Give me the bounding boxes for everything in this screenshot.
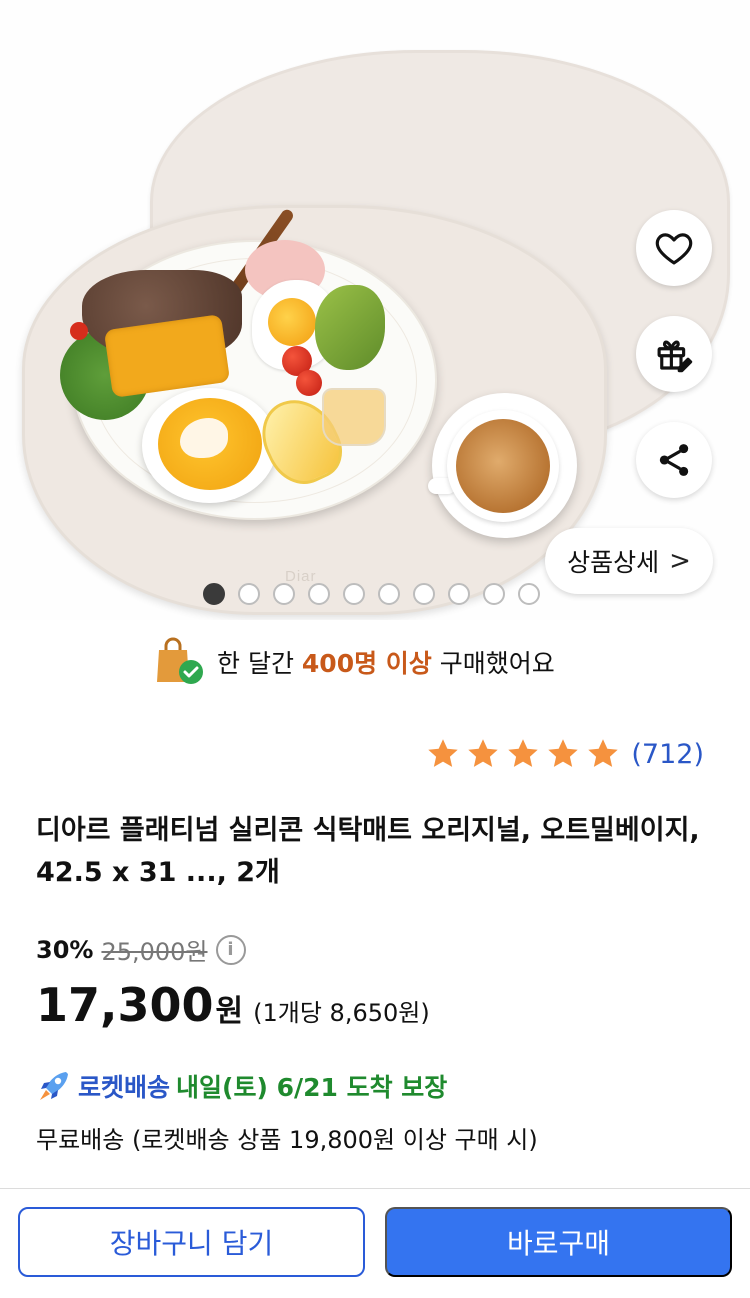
free-shipping-info: 무료배송 (로켓배송 상품 19,800원 이상 구매 시)	[36, 1126, 538, 1154]
avocado-image	[315, 285, 385, 370]
banner-highlight: 400명 이상	[301, 649, 432, 678]
carousel-dot[interactable]	[483, 583, 505, 605]
bottom-action-bar: 장바구니 담기 바로구매	[0, 1188, 750, 1298]
discount-row: 30% 25,000원 i	[36, 932, 246, 967]
sauce-cup-image	[322, 388, 386, 446]
star-icon	[508, 739, 539, 767]
product-image-carousel[interactable]: Diar 상품상세 >	[0, 0, 750, 620]
star-icon	[548, 739, 579, 767]
price-row: 17,300 원 (1개당 8,650원)	[36, 978, 430, 1032]
star-icon	[468, 739, 499, 767]
original-price: 25,000원	[101, 938, 208, 966]
shopping-bag-check-icon	[157, 637, 203, 684]
carousel-dot[interactable]	[308, 583, 330, 605]
buy-now-button[interactable]: 바로구매	[385, 1207, 732, 1277]
carousel-dot[interactable]	[203, 583, 225, 605]
sale-price: 17,300	[36, 978, 214, 1032]
rocket-icon	[40, 1072, 68, 1100]
carousel-dot[interactable]	[378, 583, 400, 605]
purchase-count-banner: 한 달간 400명 이상 구매했어요	[155, 635, 555, 689]
carousel-dot[interactable]	[413, 583, 435, 605]
carousel-dot[interactable]	[518, 583, 540, 605]
gift-button[interactable]	[636, 316, 712, 392]
carousel-dot[interactable]	[343, 583, 365, 605]
egg-yolk-image	[268, 298, 316, 346]
arrival-guarantee: 내일(토) 6/21 도착 보장	[176, 1073, 448, 1102]
carousel-indicator	[203, 583, 540, 605]
carousel-dot[interactable]	[238, 583, 260, 605]
cherry-tomato-image	[70, 322, 88, 340]
star-icon	[428, 739, 459, 767]
heart-icon	[655, 233, 693, 265]
share-button[interactable]	[636, 422, 712, 498]
star-icon	[588, 739, 619, 767]
rating[interactable]: (712)	[425, 736, 704, 772]
banner-prefix: 한 달간	[217, 649, 302, 678]
gift-icon	[657, 340, 693, 373]
share-icon	[659, 444, 689, 476]
wishlist-button[interactable]	[636, 210, 712, 286]
discount-rate: 30%	[36, 935, 94, 964]
product-detail-label: 상품상세	[567, 548, 660, 577]
rocket-delivery-row: 로켓배송 내일(토) 6/21 도착 보장	[36, 1068, 447, 1104]
add-to-cart-button[interactable]: 장바구니 담기	[18, 1207, 365, 1277]
product-title: 디아르 플래티넘 실리콘 식탁매트 오리지널, 오트밀베이지, 42.5 x 3…	[36, 815, 700, 888]
cherry-tomato-image	[296, 370, 322, 396]
product-detail-button[interactable]: 상품상세 >	[545, 528, 713, 594]
carousel-dot[interactable]	[448, 583, 470, 605]
carousel-dot[interactable]	[273, 583, 295, 605]
unit-price: (1개당 8,650원)	[253, 999, 430, 1027]
info-icon[interactable]: i	[215, 934, 246, 965]
coffee-image	[456, 419, 550, 513]
review-count-link[interactable]: (712)	[631, 739, 704, 770]
currency-unit: 원	[215, 994, 244, 1029]
chevron-right-icon: >	[669, 546, 691, 576]
banner-suffix: 구매했어요	[431, 649, 555, 678]
purchase-banner-text: 한 달간 400명 이상 구매했어요	[217, 644, 555, 680]
rocket-delivery-label: 로켓배송	[78, 1073, 171, 1102]
